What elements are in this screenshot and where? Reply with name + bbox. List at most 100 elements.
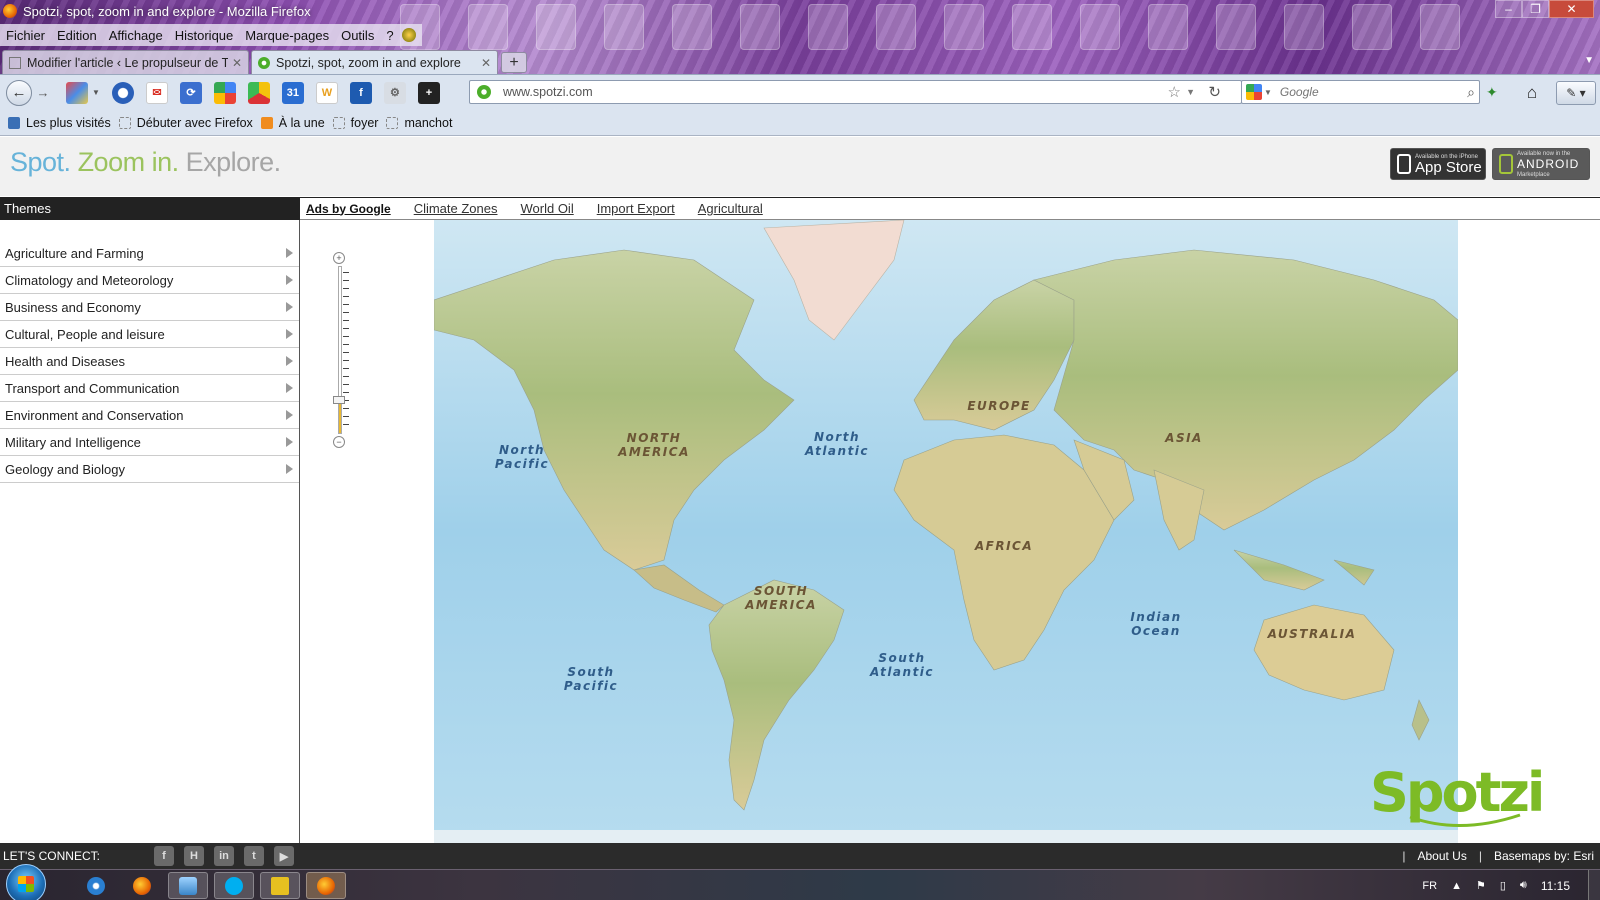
start-button[interactable]	[6, 864, 46, 900]
search-input[interactable]	[1279, 85, 1450, 99]
menu-fichier[interactable]: Fichier	[0, 28, 51, 43]
bookmark-a-la-une[interactable]: À la une	[260, 116, 325, 130]
spotzi-logo[interactable]: Spotzi	[1370, 755, 1550, 833]
url-history-dropdown-icon[interactable]: ▼	[1186, 87, 1195, 97]
search-engine-dropdown-icon[interactable]: ▼	[1264, 88, 1272, 97]
zoom-handle[interactable]	[333, 396, 345, 405]
plus-icon[interactable]: +	[417, 81, 440, 104]
sidebar-item-environment[interactable]: Environment and Conservation	[0, 402, 299, 429]
wiki-icon[interactable]: W	[315, 81, 338, 104]
new-tab-button[interactable]: +	[501, 52, 527, 73]
facebook-app-icon[interactable]: f	[349, 81, 372, 104]
language-indicator[interactable]: FR	[1422, 880, 1437, 892]
bookmark-les-plus-visites[interactable]: Les plus visités	[8, 116, 111, 130]
menu-marque-pages[interactable]: Marque-pages	[239, 28, 335, 43]
taskbar-skype[interactable]	[214, 872, 254, 899]
tab-close-icon[interactable]: ✕	[232, 56, 242, 70]
zoom-track[interactable]	[338, 266, 342, 434]
show-desktop-button[interactable]	[1588, 870, 1600, 900]
maximize-button[interactable]: ❐	[1522, 0, 1549, 18]
sidebar-item-geology[interactable]: Geology and Biology	[0, 456, 299, 483]
android-market-badge[interactable]: Available now in the ANDROID Marketplace	[1492, 148, 1590, 180]
forward-button[interactable]: →	[34, 83, 52, 103]
menu-help[interactable]: ?	[380, 28, 399, 43]
calendar-icon[interactable]: 31	[281, 81, 304, 104]
bookmark-debuter-avec-firefox[interactable]: Débuter avec Firefox	[118, 116, 253, 130]
opera-link-icon[interactable]	[111, 81, 134, 104]
twitter-icon[interactable]: t	[243, 846, 264, 866]
firefox-logo-icon	[3, 4, 17, 18]
tab-spotzi[interactable]: Spotzi, spot, zoom in and explore ✕	[251, 50, 498, 74]
theme-tab-world-oil[interactable]: World Oil	[521, 201, 574, 216]
tab-label: Spotzi, spot, zoom in and explore	[276, 55, 461, 70]
search-magnifier-icon[interactable]: ⌕	[1467, 84, 1475, 101]
theme-tab-agricultural[interactable]: Agricultural	[698, 201, 763, 216]
sidebar-item-cultural[interactable]: Cultural, People and leisure	[0, 321, 299, 348]
zoom-out-button[interactable]: −	[333, 436, 345, 448]
about-us-link[interactable]: About Us	[1417, 849, 1466, 863]
list-all-tabs-icon[interactable]: ▼	[1584, 55, 1594, 66]
menu-affichage[interactable]: Affichage	[103, 28, 169, 43]
menu-edition[interactable]: Edition	[51, 28, 103, 43]
home-button[interactable]: ⌂	[1520, 81, 1544, 105]
gear-icon[interactable]: ⚙	[383, 81, 406, 104]
taskbar-mail[interactable]	[260, 872, 300, 899]
back-button[interactable]: ←	[6, 79, 32, 106]
bookmark-foyer[interactable]: foyer	[332, 116, 378, 130]
taskbar-firefox-pinned[interactable]	[122, 872, 162, 899]
site-identity-icon[interactable]	[477, 85, 491, 99]
sidebar-item-health[interactable]: Health and Diseases	[0, 348, 299, 375]
menu-outils[interactable]: Outils	[335, 28, 380, 43]
sidebar-item-business[interactable]: Business and Economy	[0, 294, 299, 321]
hyves-icon[interactable]: H	[183, 846, 204, 866]
sidebar-item-transport[interactable]: Transport and Communication	[0, 375, 299, 402]
ads-by-google-link[interactable]: Ads by Google	[306, 202, 391, 216]
world-map[interactable]: NORTH AMERICA SOUTH AMERICA EUROPE ASIA AFRICA…	[434, 220, 1458, 843]
taskbar-firefox-active[interactable]	[306, 872, 346, 899]
google-search-engine-icon[interactable]	[1246, 84, 1262, 100]
close-window-button[interactable]: ✕	[1549, 0, 1594, 18]
gmail-icon[interactable]: ✉	[145, 81, 168, 104]
clock[interactable]: 11:15	[1541, 879, 1570, 893]
youtube-icon[interactable]: ▶	[273, 846, 294, 866]
basemaps-credit[interactable]: Basemaps by: Esri	[1494, 849, 1594, 863]
windows-logo-icon	[18, 876, 34, 892]
picasa-icon[interactable]	[247, 81, 270, 104]
tab-modifier-article[interactable]: Modifier l'article ‹ Le propulseur de Ti…	[2, 50, 249, 74]
reload-icon[interactable]: ↻	[1208, 83, 1221, 101]
addon-status-icon[interactable]: ✦	[1486, 84, 1502, 100]
show-hidden-icons-icon[interactable]: ▲	[1451, 880, 1462, 892]
addon-icon[interactable]	[401, 28, 416, 42]
dropdown-icon[interactable]: ▼	[92, 88, 100, 97]
bookmark-manchot[interactable]: manchot	[386, 116, 452, 130]
app-store-badge[interactable]: Available on the iPhone App Store	[1390, 148, 1486, 180]
facebook-icon[interactable]: f	[153, 846, 174, 866]
color-picker-icon[interactable]	[66, 81, 88, 104]
taskbar-explorer[interactable]	[168, 872, 208, 899]
tools-menu-button[interactable]: ✎ ▾	[1556, 81, 1596, 105]
sidebar-item-climatology[interactable]: Climatology and Meteorology	[0, 267, 299, 294]
linkedin-icon[interactable]: in	[213, 846, 234, 866]
site-tagline[interactable]: Spot. Zoom in. Explore.	[10, 147, 281, 178]
google-icon[interactable]	[213, 81, 236, 104]
battery-icon[interactable]: ▯	[1500, 879, 1506, 892]
url-input[interactable]	[503, 85, 1123, 99]
bookmark-star-icon[interactable]: ☆	[1168, 83, 1181, 101]
sidebar-item-agriculture[interactable]: Agriculture and Farming	[0, 240, 299, 267]
search-bar[interactable]: ▼ ⌕	[1241, 80, 1480, 104]
theme-tab-import-export[interactable]: Import Export	[597, 201, 675, 216]
antarctica-edge	[434, 830, 1458, 843]
taskbar-ie[interactable]	[76, 872, 116, 899]
url-bar[interactable]: ☆ ▼ ↻	[469, 80, 1242, 104]
menu-historique[interactable]: Historique	[169, 28, 240, 43]
action-center-flag-icon[interactable]: ⚑	[1476, 879, 1486, 892]
site-footer: LET'S CONNECT: f H in t ▶ | About Us | B…	[0, 843, 1600, 869]
theme-tab-climate-zones[interactable]: Climate Zones	[414, 201, 498, 216]
tab-close-icon[interactable]: ✕	[481, 56, 491, 70]
sidebar-item-military[interactable]: Military and Intelligence	[0, 429, 299, 456]
volume-icon[interactable]: 🔊︎	[1520, 879, 1527, 892]
zoom-slider[interactable]: + −	[333, 252, 349, 448]
zoom-in-button[interactable]: +	[333, 252, 345, 264]
minimize-button[interactable]: –	[1495, 0, 1522, 18]
sync-icon[interactable]: ⟳	[179, 81, 202, 104]
